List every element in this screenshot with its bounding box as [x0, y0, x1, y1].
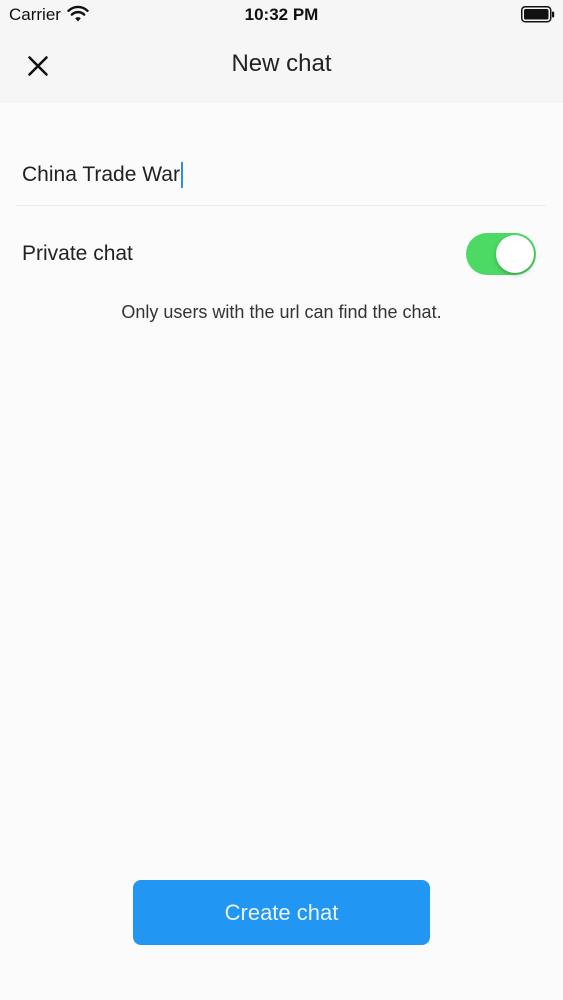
create-chat-button[interactable]: Create chat — [133, 880, 430, 945]
chat-name-input[interactable]: China Trade War — [22, 162, 183, 188]
private-chat-label: Private chat — [22, 242, 133, 265]
private-chat-toggle[interactable] — [466, 233, 536, 275]
status-time: 10:32 PM — [244, 5, 319, 24]
private-chat-hint: Only users with the url can find the cha… — [121, 302, 442, 322]
nav-bar: New chat — [0, 30, 563, 103]
battery-icon — [521, 6, 555, 23]
toggle-knob — [496, 235, 534, 273]
private-chat-row: Private chat — [22, 230, 538, 278]
text-caret — [180, 162, 183, 188]
page-title: New chat — [231, 50, 332, 77]
chat-name-value: China Trade War — [22, 163, 180, 186]
status-bar: Carrier 10:32 PM — [0, 0, 563, 30]
chat-name-field[interactable]: China Trade War — [16, 138, 546, 206]
